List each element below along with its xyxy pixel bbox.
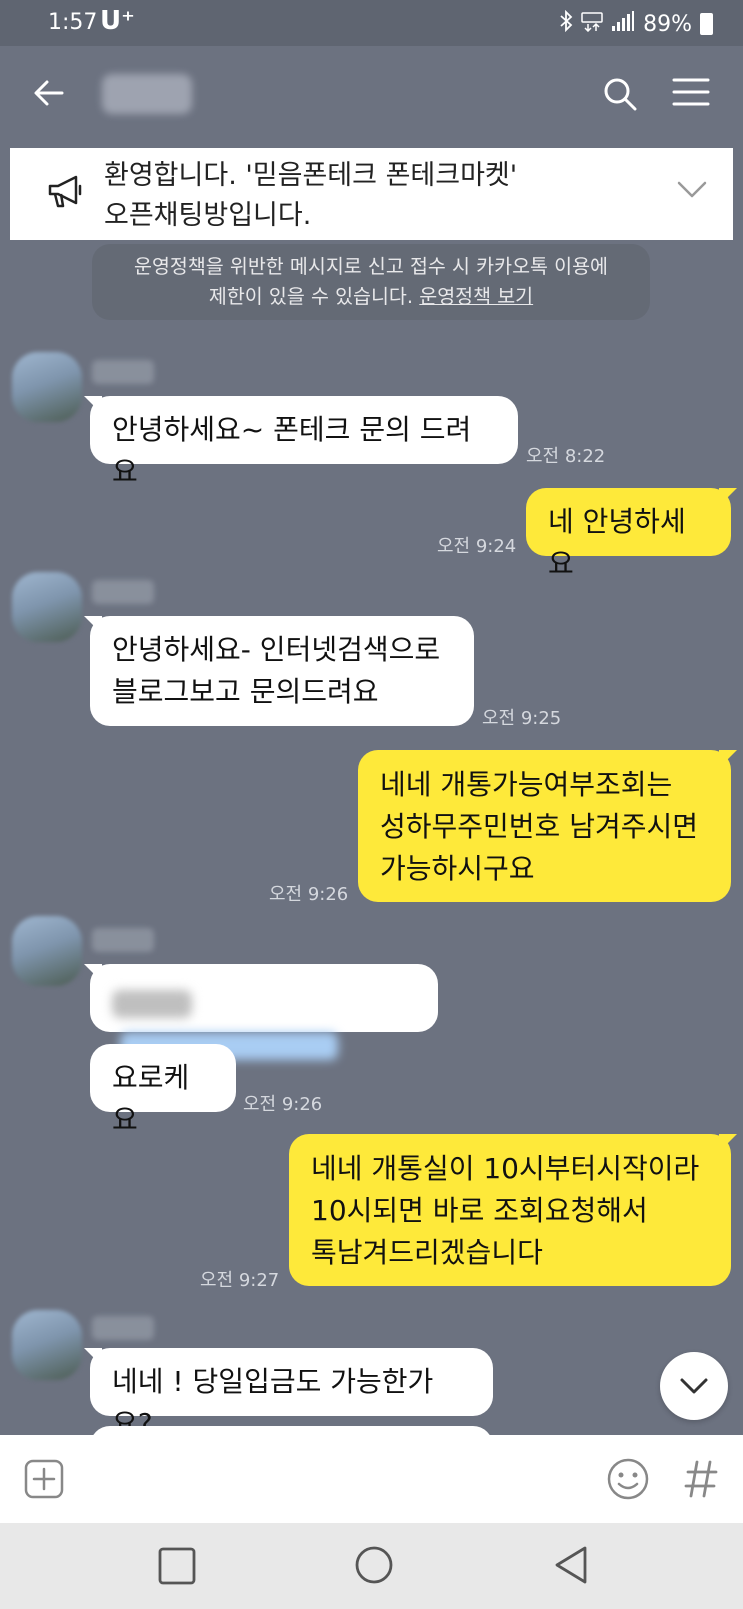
megaphone-icon bbox=[46, 174, 84, 214]
message-text: 가능하시구요 bbox=[380, 852, 535, 885]
message-bubble[interactable]: 안녕하세요~ 폰테크 문의 드려요 bbox=[90, 396, 518, 488]
policy-line2: 제한이 있을 수 있습니다. 운영정책 보기 bbox=[92, 282, 650, 312]
avatar[interactable] bbox=[12, 572, 82, 642]
search-icon[interactable] bbox=[602, 76, 638, 116]
message-text: 성하무주민번호 남겨주시면 bbox=[380, 810, 699, 843]
scroll-down-button[interactable] bbox=[660, 1352, 728, 1420]
notice-banner[interactable]: 환영합니다. '믿음폰테크 폰테크마켓' 오픈채팅방입니다. bbox=[10, 148, 733, 240]
input-bar[interactable] bbox=[0, 1435, 743, 1523]
message-text: 안녕하세요~ 폰테크 문의 드려요 bbox=[112, 413, 472, 488]
sender-name bbox=[92, 580, 154, 604]
message-time: 오전 8:22 bbox=[526, 446, 606, 467]
notice-line2: 오픈채팅방입니다. bbox=[104, 200, 312, 231]
message-text: 요로케요 bbox=[112, 1061, 190, 1136]
message-text: 10시되면 바로 조회요청해서 bbox=[311, 1194, 648, 1227]
home-icon[interactable] bbox=[354, 1545, 394, 1589]
message-bubble[interactable]: 안녕하세요- 인터넷검색으로 블로그보고 문의드려요 bbox=[90, 616, 474, 726]
message-time: 오전 9:24 bbox=[437, 536, 517, 557]
blurred-text bbox=[112, 990, 192, 1018]
chat-title bbox=[102, 74, 192, 114]
status-bar: 1:57 U⁺ 89% bbox=[0, 0, 743, 46]
bluetooth-icon bbox=[559, 9, 573, 38]
policy-line2-text: 제한이 있을 수 있습니다. bbox=[208, 285, 420, 308]
message-text: 톡남겨드리겠습니다 bbox=[311, 1236, 543, 1269]
notice-line1: 환영합니다. '믿음폰테크 폰테크마켓' bbox=[104, 160, 518, 191]
back-icon[interactable] bbox=[553, 1545, 589, 1589]
menu-icon[interactable] bbox=[672, 76, 710, 112]
sender-name bbox=[92, 928, 154, 952]
emoji-icon[interactable] bbox=[606, 1457, 650, 1505]
chevron-down-icon[interactable] bbox=[677, 180, 707, 204]
navigation-bar bbox=[0, 1523, 743, 1609]
blurred-message-bubble[interactable] bbox=[90, 964, 438, 1060]
message-bubble[interactable]: 네 안녕하세요 bbox=[526, 488, 731, 580]
message-text: 네 안녕하세요 bbox=[548, 505, 686, 580]
message-bubble[interactable]: 요로케요 bbox=[90, 1044, 236, 1136]
message-time: 오전 9:26 bbox=[269, 884, 349, 905]
message-text: 네네 개통실이 10시부터시작이라 bbox=[311, 1152, 700, 1185]
status-icons: 89% bbox=[559, 9, 713, 38]
sender-name bbox=[92, 1316, 154, 1340]
recent-apps-icon[interactable] bbox=[158, 1547, 196, 1589]
status-time: 1:57 bbox=[48, 10, 98, 35]
hashtag-icon[interactable] bbox=[684, 1459, 718, 1503]
battery-icon bbox=[700, 13, 713, 35]
message-text: 안녕하세요- 인터넷검색으로 bbox=[112, 633, 441, 666]
avatar[interactable] bbox=[12, 916, 82, 986]
message-input[interactable] bbox=[80, 1455, 584, 1505]
avatar[interactable] bbox=[12, 352, 82, 422]
policy-line1: 운영정책을 위반한 메시지로 신고 접수 시 카카오톡 이용에 bbox=[134, 255, 608, 278]
message-text: 블로그보고 문의드려요 bbox=[112, 675, 379, 708]
message-text: 네네 개통가능여부조회는 bbox=[380, 768, 673, 801]
policy-notice: 운영정책을 위반한 메시지로 신고 접수 시 카카오톡 이용에 제한이 있을 수… bbox=[92, 244, 650, 320]
status-carrier: U⁺ bbox=[100, 6, 135, 36]
battery-percent: 89% bbox=[643, 11, 692, 37]
message-time: 오전 9:25 bbox=[482, 708, 562, 729]
message-bubble[interactable]: 네네 개통실이 10시부터시작이라 10시되면 바로 조회요청해서 톡남겨드리겠… bbox=[289, 1134, 731, 1286]
chat-header bbox=[0, 46, 743, 146]
message-bubble[interactable]: 네네 개통가능여부조회는 성하무주민번호 남겨주시면 가능하시구요 bbox=[358, 750, 731, 902]
notice-text: 환영합니다. '믿음폰테크 폰테크마켓' 오픈채팅방입니다. bbox=[104, 156, 517, 236]
policy-link[interactable]: 운영정책 보기 bbox=[419, 285, 533, 308]
message-time: 오전 9:27 bbox=[200, 1270, 280, 1291]
avatar[interactable] bbox=[12, 1310, 82, 1380]
chevron-down-icon bbox=[680, 1378, 708, 1394]
lte-icon bbox=[581, 10, 603, 38]
sender-name bbox=[92, 360, 154, 384]
message-bubble[interactable]: 네네 ! 당일입금도 가능한가요? bbox=[90, 1348, 493, 1440]
message-time: 오전 9:26 bbox=[243, 1094, 323, 1115]
back-arrow-icon[interactable] bbox=[32, 76, 66, 114]
signal-icon bbox=[611, 10, 635, 38]
plus-icon[interactable] bbox=[24, 1459, 64, 1503]
